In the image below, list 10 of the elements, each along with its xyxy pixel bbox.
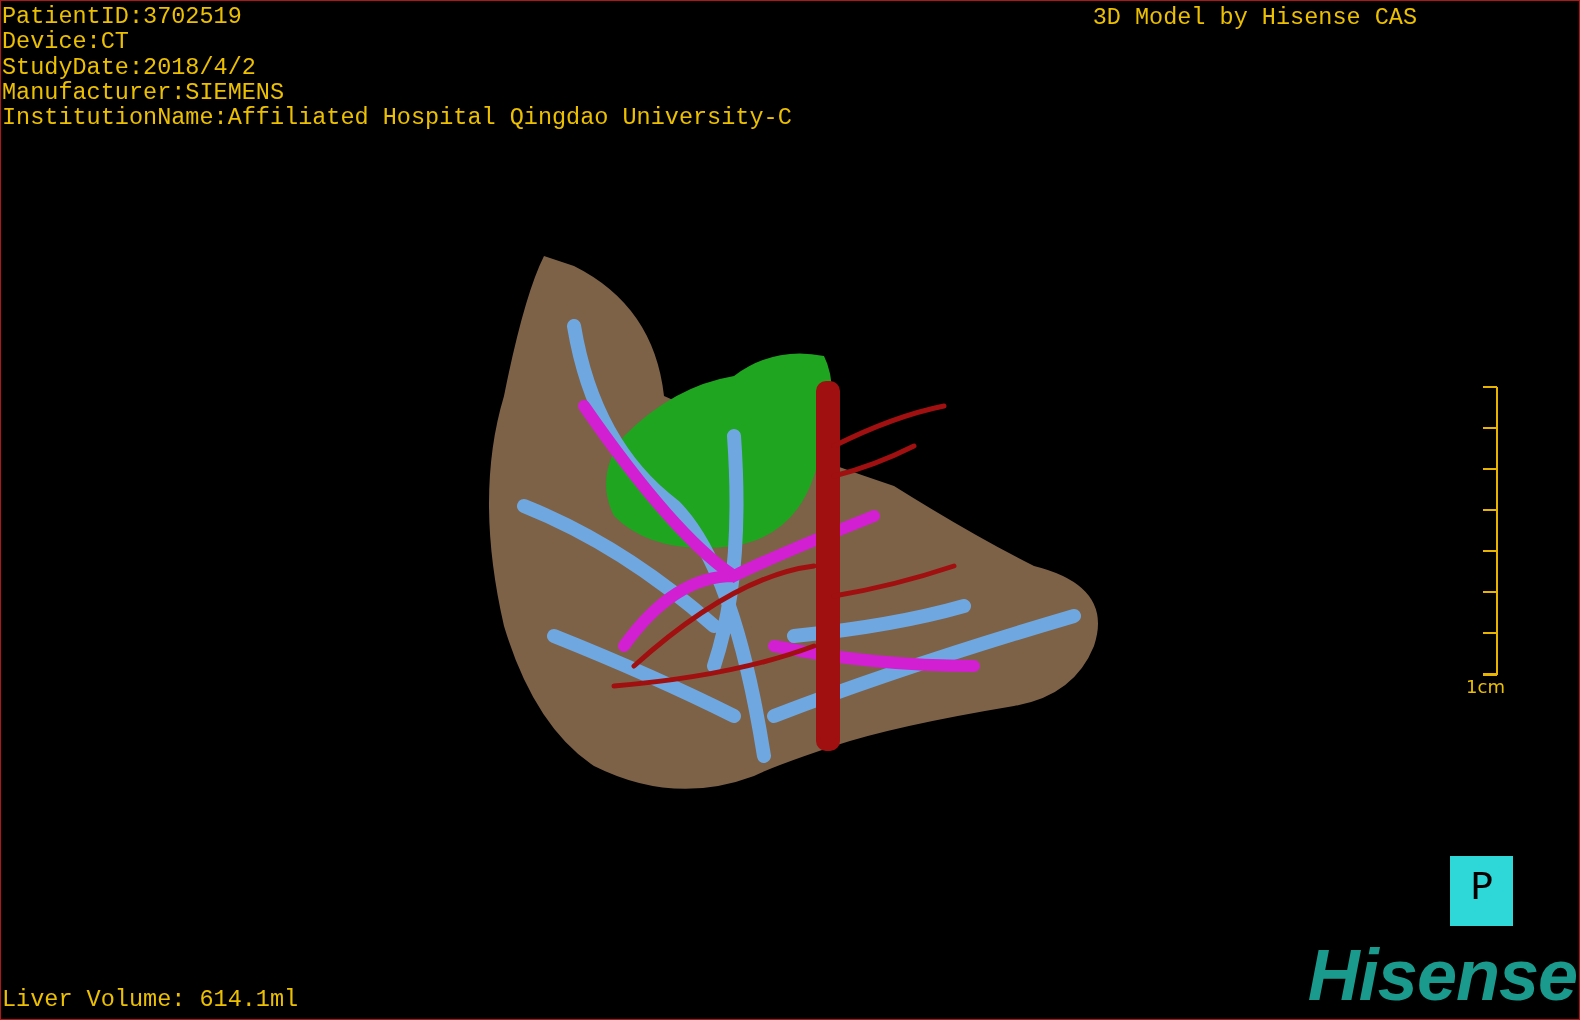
patient-info-line: InstitutionName:Affiliated Hospital Qingdao University-C [2,105,792,131]
patient-info-line: Device:CT [2,29,130,55]
scale-label: 1cm [1466,676,1505,697]
model-credit: 3D Model by Hisense CAS [1092,4,1417,31]
liver-volume: Liver Volume: 614.1ml [2,986,299,1013]
patient-info-line: PatientID:3702519 [2,4,243,30]
orientation-cube[interactable]: P [1450,856,1513,926]
patient-info-line: StudyDate:2018/4/2 [2,54,257,80]
logo: Hisense [1307,939,1577,1011]
patient-info-line: Manufacturer:SIEMENS [2,79,286,106]
